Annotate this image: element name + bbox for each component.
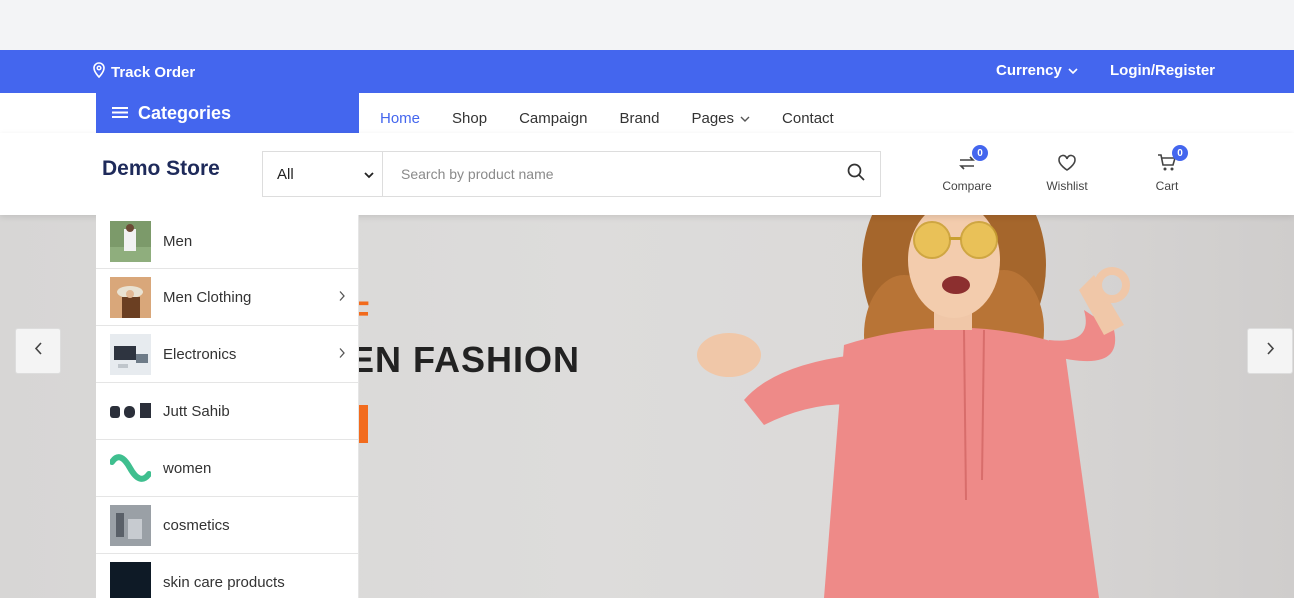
category-label: Jutt Sahib: [163, 402, 230, 420]
nav-pages-label: Pages: [691, 110, 735, 127]
site-logo[interactable]: Demo Store: [102, 157, 220, 181]
category-thumbnail: [110, 333, 151, 375]
category-label: Men Clothing: [163, 288, 252, 306]
nav-campaign[interactable]: Campaign: [519, 110, 587, 127]
category-item-jutt-sahib[interactable]: Jutt Sahib: [96, 383, 358, 440]
compare-icon: 0: [955, 145, 988, 175]
location-pin-icon: [92, 62, 106, 82]
category-thumbnail: [110, 561, 151, 598]
categories-button[interactable]: Categories: [96, 93, 359, 133]
category-label: Electronics: [163, 345, 237, 363]
cart-button[interactable]: 0 Cart: [1132, 145, 1202, 193]
category-thumbnail: [110, 221, 151, 262]
category-item-women[interactable]: women: [96, 440, 358, 497]
track-order-label: Track Order: [111, 63, 196, 81]
compare-label: Compare: [942, 179, 992, 193]
category-dropdown: Men Men Clothing Electronics Jutt Sahib …: [96, 215, 359, 598]
nav-contact[interactable]: Contact: [782, 110, 834, 127]
login-register-link[interactable]: Login/Register: [1110, 62, 1215, 79]
nav-pages[interactable]: Pages: [691, 110, 750, 127]
chevron-right-icon: [338, 289, 346, 306]
cart-label: Cart: [1155, 179, 1179, 193]
category-item-cosmetics[interactable]: cosmetics: [96, 497, 358, 554]
category-thumbnail: [110, 276, 151, 318]
menu-icon: [112, 103, 128, 124]
search-button[interactable]: [832, 152, 880, 196]
chevron-right-icon: [1266, 342, 1275, 360]
heart-icon: [1055, 151, 1079, 175]
category-label: skin care products: [163, 573, 285, 591]
category-item-men[interactable]: Men: [96, 215, 358, 269]
categories-label: Categories: [138, 102, 232, 123]
category-thumbnail: [110, 447, 151, 489]
compare-button[interactable]: 0 Compare: [932, 145, 1002, 193]
currency-label: Currency: [996, 62, 1062, 79]
compare-count-badge: 0: [972, 145, 988, 161]
nav-shop[interactable]: Shop: [452, 110, 487, 127]
nav-brand[interactable]: Brand: [619, 110, 659, 127]
chevron-left-icon: [34, 342, 43, 360]
search-bar: All Search by product name: [262, 151, 881, 197]
search-input[interactable]: Search by product name: [383, 152, 832, 196]
search-category-value: All: [277, 165, 294, 183]
search-icon: [847, 163, 865, 186]
logo-text: Demo Store: [102, 157, 220, 180]
slider-next-button[interactable]: [1247, 328, 1293, 374]
chevron-right-icon: [338, 346, 346, 363]
nav-home[interactable]: Home: [380, 110, 420, 127]
slider-prev-button[interactable]: [15, 328, 61, 374]
currency-dropdown[interactable]: Currency: [996, 62, 1078, 79]
category-thumbnail: [110, 390, 151, 432]
category-label: Men: [163, 233, 193, 250]
category-item-skin-care-products[interactable]: skin care products: [96, 554, 358, 598]
search-category-select[interactable]: All: [263, 152, 383, 196]
site-header: Demo Store All Search by product name 0 …: [0, 133, 1294, 215]
category-item-electronics[interactable]: Electronics: [96, 326, 358, 383]
top-bar: Track Order Currency Login/Register: [0, 50, 1294, 93]
cart-icon: 0: [1155, 145, 1188, 175]
chevron-down-icon: [740, 115, 750, 123]
cart-count-badge: 0: [1172, 145, 1188, 161]
wishlist-label: Wishlist: [1046, 179, 1088, 193]
chevron-down-icon: [1068, 62, 1078, 79]
category-label: women: [163, 459, 212, 477]
category-item-men-clothing[interactable]: Men Clothing: [96, 269, 358, 326]
nav-links: Home Shop Campaign Brand Pages Contact: [380, 110, 834, 127]
track-order-link[interactable]: Track Order: [92, 62, 195, 82]
wishlist-button[interactable]: Wishlist: [1032, 151, 1102, 193]
category-thumbnail: [110, 504, 151, 546]
hero-model-image: [697, 215, 1130, 598]
hero-headline: EN FASHION: [350, 339, 581, 380]
category-label: cosmetics: [163, 516, 230, 534]
page: Track Order Currency Login/Register Cate…: [0, 0, 1294, 598]
chevron-down-icon: [364, 166, 374, 183]
